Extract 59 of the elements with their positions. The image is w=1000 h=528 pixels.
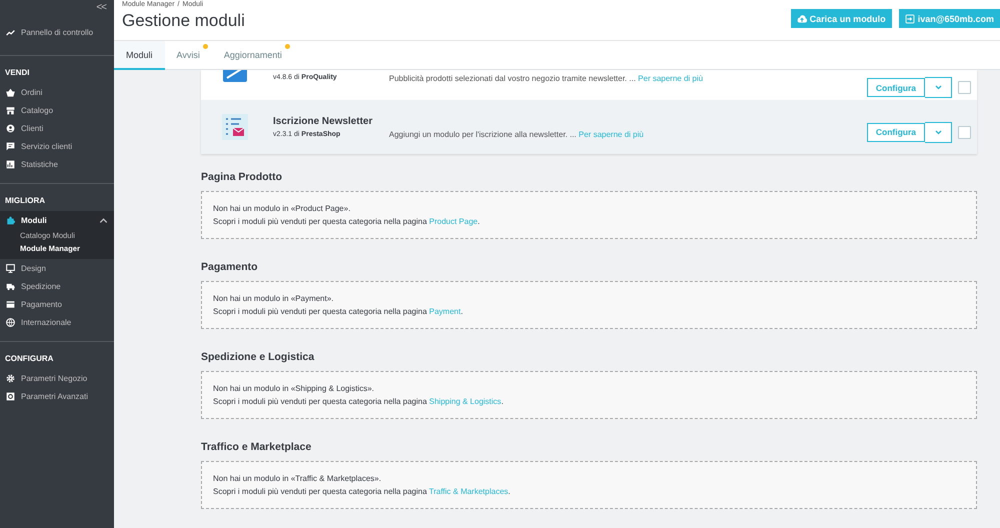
- sidebar-item[interactable]: Statistiche: [0, 155, 114, 173]
- globe-icon: [6, 318, 15, 326]
- trend-icon: [6, 28, 15, 36]
- module-name: Iscrizione Newsletter: [273, 116, 374, 127]
- sidebar-item[interactable]: Design: [0, 259, 114, 277]
- empty-message: Non hai un modulo in «Payment».: [213, 293, 335, 305]
- caret-icon: [934, 85, 942, 90]
- dropdown-button[interactable]: [925, 122, 952, 142]
- store-icon: [6, 106, 15, 114]
- upload-icon: [796, 14, 807, 24]
- chat-bubble-icon: [6, 142, 15, 150]
- empty-message: Non hai un modulo in «Shipping & Logistics».: [213, 383, 375, 395]
- puzzle-icon: [6, 216, 15, 224]
- sidebar-item[interactable]: Moduli: [0, 211, 114, 229]
- discover-message: Scopri i moduli più venduti per questa categoria nella pagina Shipping & Logistics.: [213, 396, 504, 408]
- sidebar-item[interactable]: Pannello di controllo: [0, 23, 114, 41]
- gear-icon: [6, 374, 15, 382]
- newsletter-icon: [221, 113, 249, 141]
- category-title: Spedizione e Logistica: [201, 351, 316, 363]
- tab[interactable]: Avvisi: [164, 41, 212, 70]
- collapse-button[interactable]: <<: [96, 2, 106, 13]
- monitor-icon: [6, 264, 15, 272]
- truck-icon: [6, 282, 15, 290]
- section-title: CONFIGURA: [4, 353, 54, 365]
- caret-icon: [934, 130, 942, 134]
- credit-card-icon: [6, 300, 15, 308]
- empty-message: Non hai un modulo in «Traffic & Marketplaces».: [213, 473, 382, 485]
- section-title: VENDI: [4, 67, 30, 79]
- discover-message: Scopri i moduli più venduti per questa categoria nella pagina Payment.: [213, 306, 464, 318]
- sidebar-item[interactable]: Ordini: [0, 83, 114, 101]
- basket-icon: [6, 88, 15, 96]
- module-description: Pubblicità prodotti selezionati dal vostro negozio tramite newsletter. ... Per saperne di più: [389, 74, 704, 83]
- sidebar-item[interactable]: Parametri Negozio: [0, 369, 114, 387]
- sidebar-item[interactable]: Catalogo: [0, 101, 114, 119]
- sidebar-item[interactable]: Pagamento: [0, 295, 114, 313]
- person-icon: [6, 124, 15, 132]
- empty-message: Non hai un modulo in «Product Page».: [213, 203, 352, 215]
- checkbox[interactable]: [958, 126, 971, 138]
- dropdown-button[interactable]: [925, 77, 952, 98]
- checkbox[interactable]: [958, 81, 971, 94]
- settings-icon: [6, 392, 15, 400]
- login-icon: [904, 14, 915, 24]
- sidebar-item[interactable]: Parametri Avanzati: [0, 387, 114, 405]
- category-title: Pagamento: [201, 261, 259, 273]
- discover-message: Scopri i moduli più venduti per questa categoria nella pagina Traffic & Marketplaces.: [213, 486, 512, 498]
- caret-icon: [99, 216, 108, 224]
- sidebar-item[interactable]: Clienti: [0, 119, 114, 137]
- tab[interactable]: Moduli: [114, 41, 165, 70]
- category-title: Traffico e Marketplace: [201, 441, 312, 453]
- sidebar-item[interactable]: Internazionale: [0, 313, 114, 331]
- discover-message: Scopri i moduli più venduti per questa categoria nella pagina Product Page.: [213, 216, 481, 228]
- page-title: Gestione moduli: [122, 11, 246, 31]
- sidebar-item[interactable]: Servizio clienti: [0, 137, 114, 155]
- category-title: Pagina Prodotto: [201, 171, 284, 183]
- module-description: Aggiungi un modulo per l'iscrizione alla newsletter. ... Per saperne di più: [389, 130, 645, 138]
- section-title: MIGLIORA: [4, 195, 46, 207]
- chart-icon: [6, 160, 15, 168]
- tab[interactable]: Aggiornamenti: [212, 41, 294, 70]
- sidebar-item[interactable]: Spedizione: [0, 277, 114, 295]
